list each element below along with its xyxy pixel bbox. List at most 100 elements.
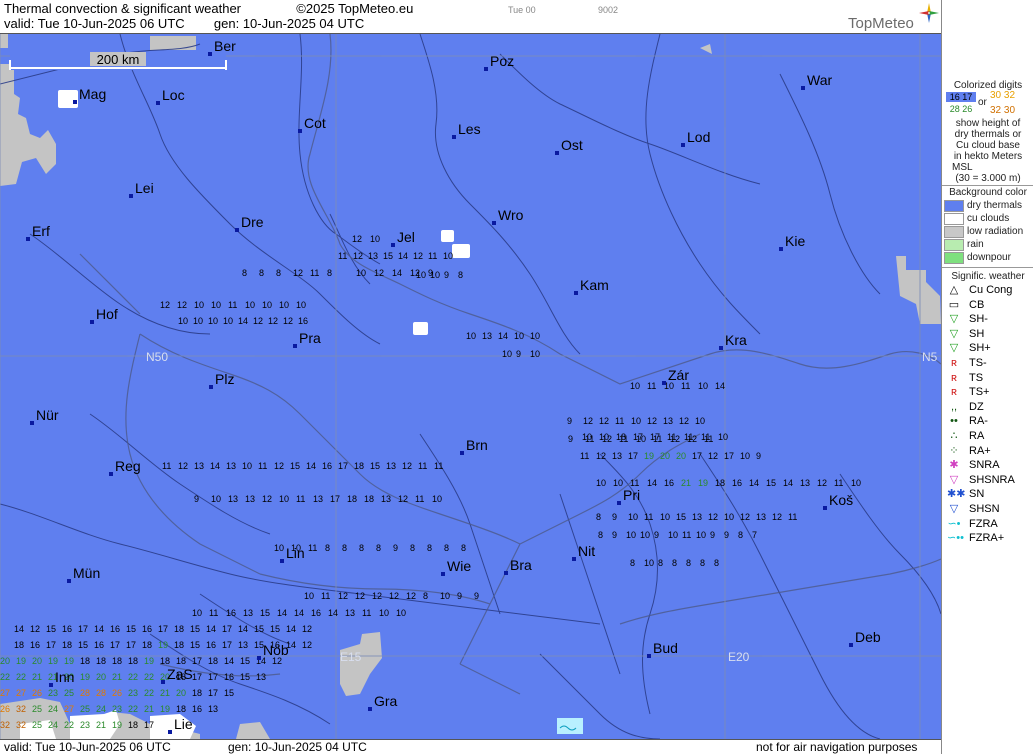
thermal-digit: 17 [222,640,232,650]
city-dot [555,151,559,155]
thermal-digit: 9 [724,530,729,540]
thermal-digit: 11 [615,416,624,426]
weather-symbol-icon: ▽ [949,342,959,355]
city-label: Pri [623,487,640,503]
thermal-digit: 12 [262,494,272,504]
thermal-digit: 13 [245,494,255,504]
city-dot [617,501,621,505]
thermal-digit: 18 [142,640,152,650]
thermal-digit: 19 [48,656,58,666]
thermal-digit: 14 [206,624,216,634]
thermal-digit: 13 [386,461,396,471]
bg-swatch-label: cu clouds [967,213,1010,224]
forecast-map[interactable]: N50 N5 E15 E20 200 km 12 10 11 12 13 15 14 12 11 10 1… [0,34,941,739]
thermal-digit: 18 [174,640,184,650]
thermal-digit: 8 [444,543,449,553]
thermal-digit: 10 [696,530,706,540]
thermal-digit: 12 [708,451,718,461]
city-label: Lie [174,716,193,732]
thermal-digit: 10 [208,316,218,326]
thermal-digit: 10 [211,494,221,504]
city-label: War [807,72,832,88]
desc-5: MSL [952,162,973,173]
thermal-digit: 17 [110,640,120,650]
thermal-digit: 8 [376,543,381,553]
thermal-digit: 11 [647,381,656,391]
thermal-digit: 15 [383,251,393,261]
wx-title: Signific. weather [951,271,1025,282]
thermal-digit: 22 [128,672,138,682]
thermal-digit: 17 [633,432,643,442]
city-dot [49,683,53,687]
city-dot [504,571,508,575]
thermal-digit: 15 [126,624,136,634]
city-label: Brn [466,437,488,453]
thermal-digit: 12 [708,512,718,522]
thermal-digit: 19 [64,656,74,666]
thermal-digit: 12 [583,416,593,426]
scale-label: 200 km [97,52,140,67]
thermal-digit: 19 [698,478,708,488]
thermal-digit: 16 [732,478,742,488]
weather-symbol-icon: ,, [950,400,958,413]
thermal-digit: 12 [599,416,609,426]
city-dot [26,237,30,241]
thermal-digit: 10 [466,331,476,341]
valid-time: valid: Tue 10-Jun-2025 06 UTC [4,16,185,31]
weather-symbol-icon: ∽• [947,517,961,530]
thermal-digit: 16 [110,624,120,634]
thermal-digit: 10 [274,543,284,553]
grid-label: N5 [922,350,938,364]
thermal-digit: 19 [144,656,154,666]
thermal-digit: 11 [296,494,305,504]
thermal-digit: 22 [144,672,154,682]
city-dot [574,291,578,295]
weather-symbol-label: TS+ [969,386,990,399]
thermal-digit: 12 [355,591,365,601]
thermal-digit: 7 [752,530,757,540]
thermal-digit: 19 [16,656,26,666]
weather-symbol-label: Cu Cong [969,284,1013,296]
city-dot [90,320,94,324]
thermal-digit: 28 [80,688,90,698]
thermal-digit: 17 [158,624,168,634]
weather-symbol-label: DZ [969,400,984,413]
thermal-digit: 14 [783,478,793,488]
city-dot [109,472,113,476]
thermal-digit: 10 [514,331,524,341]
thermal-digit: 25 [32,704,42,714]
map-canvas[interactable]: N50 N5E15 E20 200 km 12 1011 12 13 15 14 12 11 101… [0,34,941,739]
city-label: Ost [561,137,583,153]
thermal-digit: 16 [322,461,332,471]
desc-6: (30 = 3.000 m) [955,173,1021,184]
thermal-digit: 12 [177,300,187,310]
thermal-digit: 17 [208,688,218,698]
thermal-digit: 16 [206,640,216,650]
thermal-digit: 18 [616,432,626,442]
city-dot [460,451,464,455]
thermal-digit: 11 [228,300,237,310]
thermal-digit: 16 [226,608,236,618]
thermal-digit: 12 [389,591,399,601]
thermal-digit: 10 [242,461,252,471]
thermal-digit: 18 [62,640,72,650]
city-label: Erf [32,223,50,239]
weather-symbol-icon: ▽ [949,313,959,326]
grid-label: N50 [146,350,168,364]
weather-symbol-label: RA+ [969,444,991,457]
bg-swatch-label: dry thermals [967,200,1023,211]
thermal-digit: 10 [304,591,314,601]
thermal-digit: 15 [78,640,88,650]
thermal-digit: 11 [667,432,676,442]
thermal-digit: 12 [253,316,263,326]
thermal-digit: 10 [630,381,640,391]
thermal-digit: 10 [626,530,636,540]
thermal-digit: 11 [362,608,371,618]
weather-symbol-label: RA- [969,415,988,428]
desc-1: show height of [955,118,1021,129]
thermal-digit: 11 [209,608,218,618]
thermal-digit: 10 [432,494,442,504]
thermal-digit: 8 [461,543,466,553]
thermal-digit: 15 [676,512,686,522]
thermal-digit: 27 [16,688,26,698]
